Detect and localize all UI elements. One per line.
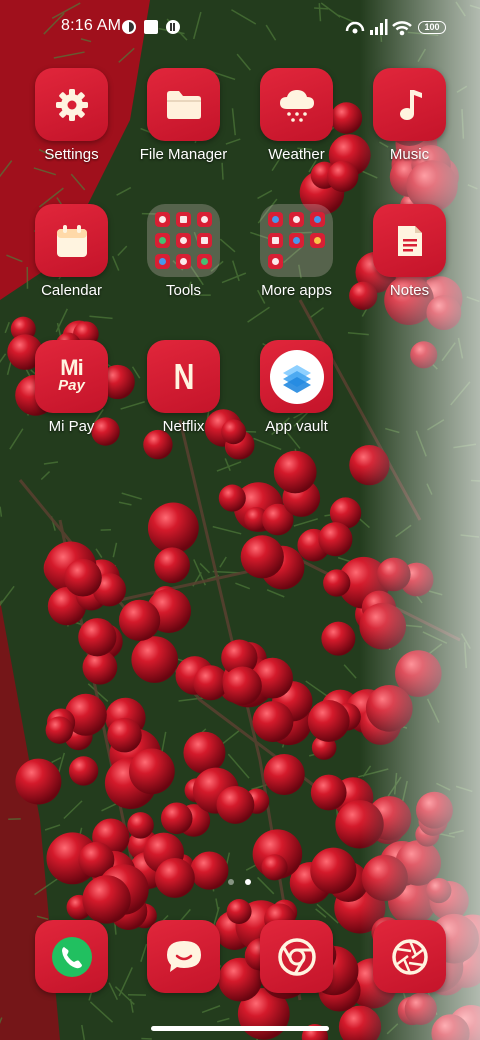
app-label: Settings: [44, 146, 99, 163]
folder-preview-icon: [155, 212, 212, 269]
app-tile[interactable]: [35, 920, 108, 993]
folder-more-apps[interactable]: More apps: [240, 204, 353, 304]
folder-icon: [166, 90, 201, 119]
mi-pay-icon: Mi Pay: [58, 354, 85, 394]
square-app-icon: [144, 20, 158, 34]
app-label: Notes: [389, 282, 430, 299]
folder-tile[interactable]: [260, 204, 333, 277]
app-weather[interactable]: Weather: [240, 68, 353, 168]
folder-preview-icon: [268, 212, 325, 269]
app-tile[interactable]: [147, 920, 220, 993]
app-calendar[interactable]: Calendar: [15, 204, 128, 304]
app-label: Calendar: [41, 282, 102, 299]
phone-icon: [51, 936, 92, 977]
app-circle-icon: [166, 20, 180, 34]
app-tile[interactable]: [373, 920, 446, 993]
app-settings[interactable]: Settings: [15, 68, 128, 168]
app-tile[interactable]: [35, 204, 108, 277]
status-bar: 8:16 AM 100: [0, 0, 480, 56]
app-label: Weather: [268, 146, 325, 163]
page-dot[interactable]: [228, 879, 234, 885]
music-note-icon: [399, 89, 422, 120]
app-vault-icon: [269, 349, 324, 404]
app-tile[interactable]: [373, 68, 446, 141]
folder-tile[interactable]: [147, 204, 220, 277]
note-icon: [397, 225, 422, 256]
app-label: App vault: [265, 418, 328, 435]
app-file-manager[interactable]: File Manager: [127, 68, 240, 168]
app-music[interactable]: Music: [353, 68, 466, 168]
dock-camera[interactable]: [373, 920, 446, 993]
app-label: Music: [389, 146, 430, 163]
camera-shutter-icon: [391, 938, 428, 975]
app-tile[interactable]: [373, 204, 446, 277]
cloud-snow-icon: [279, 89, 314, 122]
app-mi-pay[interactable]: Mi Pay Mi Pay: [15, 340, 128, 440]
app-tile[interactable]: Mi Pay: [35, 340, 108, 413]
hotspot-icon: [345, 21, 365, 34]
app-tile[interactable]: [260, 68, 333, 141]
netflix-icon: N: [173, 355, 194, 397]
calendar-icon: [56, 224, 87, 257]
app-label: More apps: [261, 282, 332, 299]
folder-tools[interactable]: Tools: [127, 204, 240, 304]
app-circle-icon: [122, 20, 136, 34]
page-dot-active[interactable]: [245, 879, 251, 885]
chrome-icon: [277, 937, 316, 976]
battery-indicator: 100: [418, 21, 446, 34]
gesture-nav-bar[interactable]: [151, 1026, 329, 1031]
app-app-vault[interactable]: App vault: [240, 340, 353, 440]
dock-phone[interactable]: [35, 920, 108, 993]
chat-bubble-icon: [166, 940, 201, 972]
app-tile[interactable]: [260, 920, 333, 993]
app-label: Mi Pay: [48, 418, 95, 435]
app-notes[interactable]: Notes: [353, 204, 466, 304]
app-label: Tools: [165, 282, 202, 299]
app-netflix[interactable]: N Netflix: [127, 340, 240, 440]
wifi-icon: [392, 21, 412, 36]
gear-icon: [55, 88, 88, 121]
app-tile[interactable]: [147, 68, 220, 141]
cellular-signal-icon: [370, 19, 388, 35]
app-tile[interactable]: N: [147, 340, 220, 413]
app-label: File Manager: [139, 146, 228, 163]
dock-messages[interactable]: [147, 920, 220, 993]
dock-chrome[interactable]: [260, 920, 333, 993]
app-label: Netflix: [162, 418, 205, 435]
status-time: 8:16 AM: [61, 17, 122, 34]
app-tile[interactable]: [35, 68, 108, 141]
app-tile[interactable]: [260, 340, 333, 413]
